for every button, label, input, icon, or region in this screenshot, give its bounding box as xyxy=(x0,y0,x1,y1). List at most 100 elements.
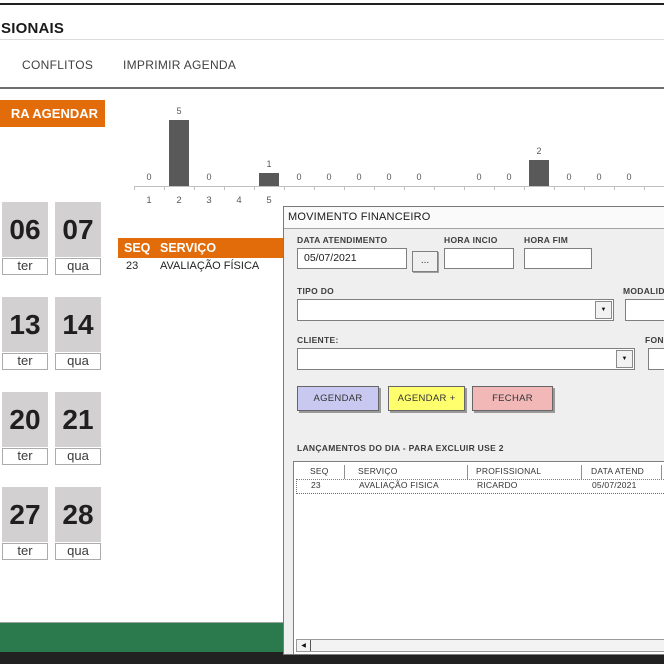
day-number: 13 xyxy=(2,297,48,352)
hora-inicio-input[interactable] xyxy=(444,248,514,269)
bar-value-label: 0 xyxy=(377,172,401,182)
day-number: 14 xyxy=(55,297,101,352)
day-card[interactable]: 20ter xyxy=(2,392,48,447)
day-card[interactable]: 07qua xyxy=(55,202,101,257)
weekday-label: ter xyxy=(2,353,48,370)
modalidade-dropdown[interactable] xyxy=(625,299,664,321)
axis-tick xyxy=(134,187,135,190)
listbox-header-cell: SEQ xyxy=(310,466,329,476)
dialog-title: MOVIMENTO FINANCEIRO xyxy=(288,207,431,228)
bar-value-label: 0 xyxy=(557,172,581,182)
header-divider xyxy=(0,39,664,40)
day-card[interactable]: 14qua xyxy=(55,297,101,352)
data-atendimento-input[interactable]: 05/07/2021 xyxy=(297,248,407,269)
tipo-label: TIPO DO xyxy=(297,286,334,296)
dialog-titlebar[interactable]: MOVIMENTO FINANCEIRO xyxy=(284,207,664,229)
schedule-row-servico: AVALIAÇÃO FÍSICA xyxy=(160,260,259,272)
scroll-left-icon[interactable]: ◀ xyxy=(297,640,311,651)
table-cell: AVALIAÇÃO FISICA xyxy=(359,480,439,490)
bar-value-label: 2 xyxy=(527,146,551,156)
day-card[interactable]: 13ter xyxy=(2,297,48,352)
weekday-label: qua xyxy=(55,543,101,560)
bar-value-label: 0 xyxy=(197,172,221,182)
table-cell: RICARDO xyxy=(477,480,518,490)
para-agendar-badge: RA AGENDAR xyxy=(0,100,105,127)
weekday-label: ter xyxy=(2,448,48,465)
listbox-header-row: SEQSERVIÇOPROFISSIONALDATA ATEND xyxy=(296,465,664,480)
day-number: 07 xyxy=(55,202,101,257)
x-tick-label: 3 xyxy=(199,195,219,206)
schedule-header-servico: SERVIÇO xyxy=(160,238,216,258)
menu-item-conflitos[interactable]: CONFLITOS xyxy=(22,58,93,72)
chevron-down-icon[interactable]: ▼ xyxy=(595,301,612,319)
weekday-label: qua xyxy=(55,448,101,465)
horizontal-scrollbar[interactable]: ◀ xyxy=(296,639,664,652)
bar-value-label: 0 xyxy=(587,172,611,182)
day-number: 28 xyxy=(55,487,101,542)
agendar-plus-button[interactable]: AGENDAR + xyxy=(388,386,465,411)
chevron-down-icon[interactable]: ▼ xyxy=(616,350,633,368)
schedule-row-seq: 23 xyxy=(126,260,138,272)
bar-value-label: 0 xyxy=(407,172,431,182)
menu-item-imprimir-agenda[interactable]: IMPRIMIR AGENDA xyxy=(123,58,236,72)
weekday-label: qua xyxy=(55,258,101,275)
movimento-financeiro-dialog: MOVIMENTO FINANCEIRO DATA ATENDIMENTO 05… xyxy=(283,206,664,655)
day-card[interactable]: 28qua xyxy=(55,487,101,542)
table-cell: 05/07/2021 xyxy=(592,480,637,490)
tipo-dropdown[interactable]: ▼ xyxy=(297,299,614,321)
bar-value-label: 0 xyxy=(137,172,161,182)
schedule-header-seq: SEQ xyxy=(124,238,150,258)
day-card[interactable]: 21qua xyxy=(55,392,101,447)
bar-value-label: 0 xyxy=(287,172,311,182)
day-card[interactable]: 27ter xyxy=(2,487,48,542)
axis-tick xyxy=(614,187,615,190)
bar-value-label: 0 xyxy=(317,172,341,182)
hora-inicio-label: HORA INCIO xyxy=(444,235,498,245)
table-cell: 23 xyxy=(311,480,321,490)
bar-value-label: 1 xyxy=(257,159,281,169)
axis-tick xyxy=(524,187,525,190)
axis-tick xyxy=(224,187,225,190)
fechar-button[interactable]: FECHAR xyxy=(472,386,553,411)
x-tick-label: 5 xyxy=(259,195,279,206)
axis-tick xyxy=(254,187,255,190)
day-card[interactable]: 06ter xyxy=(2,202,48,257)
modalidade-label: MODALID xyxy=(623,286,664,296)
bar xyxy=(169,120,189,186)
table-row[interactable]: 23 AVALIAÇÃO FISICA RICARDO 05/07/2021 xyxy=(296,479,664,494)
listbox-header-cell: DATA ATEND xyxy=(591,466,644,476)
cliente-dropdown[interactable]: ▼ xyxy=(297,348,635,370)
axis-tick xyxy=(344,187,345,190)
date-browse-button[interactable]: ... xyxy=(412,251,438,272)
bar-value-label: 0 xyxy=(497,172,521,182)
column-divider xyxy=(467,465,468,479)
bar xyxy=(259,173,279,186)
column-divider xyxy=(581,465,582,479)
axis-tick xyxy=(554,187,555,190)
fone-input[interactable] xyxy=(648,348,664,370)
axis-tick xyxy=(464,187,465,190)
bar-value-label: 0 xyxy=(467,172,491,182)
hora-fim-label: HORA FIM xyxy=(524,235,568,245)
cliente-label: CLIENTE: xyxy=(297,335,339,345)
bar-value-label: 0 xyxy=(347,172,371,182)
hora-fim-input[interactable] xyxy=(524,248,592,269)
lancamentos-listbox: SEQSERVIÇOPROFISSIONALDATA ATEND 23AVALI… xyxy=(293,461,664,655)
day-number: 21 xyxy=(55,392,101,447)
x-tick-label: 2 xyxy=(169,195,189,206)
x-tick-label: 1 xyxy=(139,195,159,206)
bar-value-label: 0 xyxy=(617,172,641,182)
axis-tick xyxy=(194,187,195,190)
column-divider xyxy=(661,465,662,479)
day-number: 06 xyxy=(2,202,48,257)
bar-value-label: 5 xyxy=(167,106,191,116)
axis-tick xyxy=(434,187,435,190)
schedule-list-row[interactable]: 23 AVALIAÇÃO FÍSICA xyxy=(118,260,288,275)
axis-tick xyxy=(314,187,315,190)
axis-tick xyxy=(644,187,645,190)
axis-tick xyxy=(374,187,375,190)
axis-tick xyxy=(284,187,285,190)
listbox-header-cell: PROFISSIONAL xyxy=(476,466,541,476)
agendar-button[interactable]: AGENDAR xyxy=(297,386,379,411)
axis-tick xyxy=(404,187,405,190)
